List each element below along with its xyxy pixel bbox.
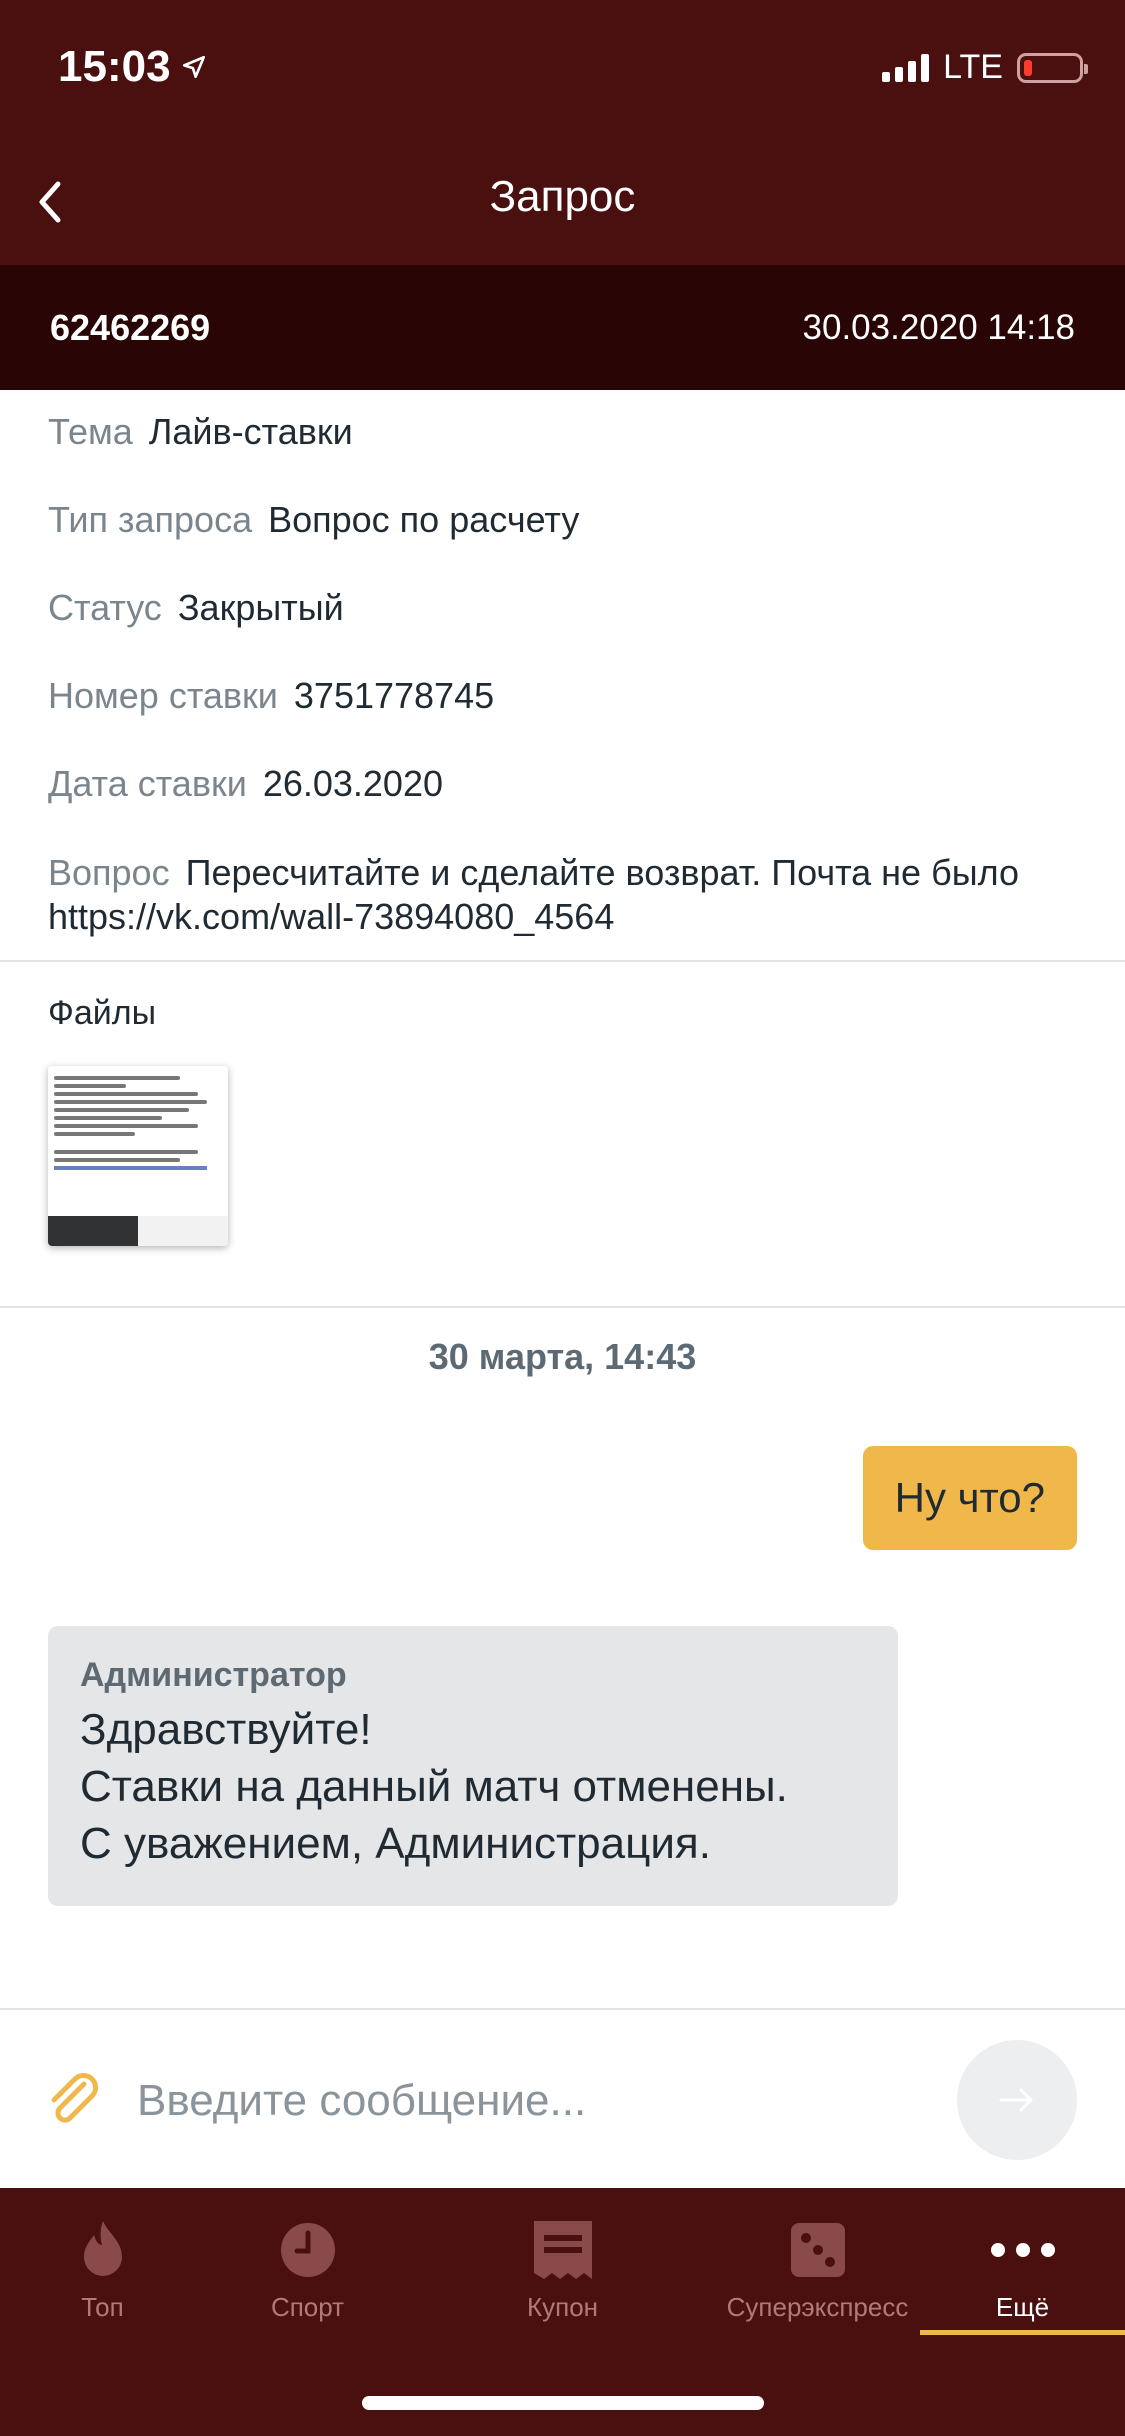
divider [0,1306,1125,1308]
active-tab-indicator [920,2330,1125,2335]
info-key: Тема [48,411,133,452]
status-time-text: 15:03 [58,42,171,91]
top-bar: 15:03 LTE Запрос [0,0,1125,265]
info-row-bet-number: Номер ставки 3751778745 [48,674,1077,718]
send-button[interactable] [957,2040,1077,2160]
paperclip-icon [51,2073,98,2123]
info-value: Лайв-ставки [148,411,353,452]
request-datetime: 30.03.2020 14:18 [802,307,1075,347]
info-row-status: Статус Закрытый [48,586,1077,630]
info-row-request-type: Тип запроса Вопрос по расчету [48,498,1077,542]
fire-icon [83,2221,122,2276]
info-key: Номер ставки [48,675,278,716]
request-id: 62462269 [50,306,211,348]
coupon-icon [533,2221,592,2279]
incoming-message: Администратор Здравствуйте! Ставки на да… [48,1626,898,1906]
outgoing-message: Ну что? [862,1446,1077,1550]
chat-date-separator: 30 марта, 14:43 [428,1336,697,1377]
tab-top[interactable]: Топ [0,2218,215,2323]
file-thumbnail[interactable] [48,1066,228,1246]
outgoing-message-text: Ну что? [894,1474,1045,1521]
info-value: 26.03.2020 [262,763,443,804]
tab-label: Ещё [995,2292,1050,2322]
info-row-topic: Тема Лайв-ставки [48,410,1077,454]
info-key: Статус [48,587,162,628]
home-indicator [362,2396,764,2410]
tab-sport[interactable]: Спорт [195,2218,420,2323]
location-arrow-icon [182,55,205,79]
info-key: Дата ставки [48,763,247,804]
tab-label: Суперэкспресс [726,2292,909,2322]
message-input[interactable] [135,2058,939,2144]
arrow-right-icon [999,2088,1033,2112]
battery-icon [1017,52,1088,83]
attach-button[interactable] [44,2070,104,2130]
request-header: 62462269 30.03.2020 14:18 [0,265,1125,390]
tab-label: Спорт [270,2292,345,2322]
info-value: Закрытый [177,587,344,628]
clock-icon [280,2223,335,2277]
files-title: Файлы [48,994,157,1032]
tab-coupon[interactable]: Купон [450,2218,675,2323]
status-indicators: LTE [882,48,1088,87]
incoming-message-text: Здравствуйте! Ставки на данный матч отме… [80,1705,788,1868]
status-time: 15:03 [58,42,207,92]
page-title: Запрос [489,172,636,221]
info-value: 3751778745 [293,675,495,716]
message-composer [0,2008,1125,2188]
more-icon [990,2243,1055,2257]
info-value: Пересчитайте и сделайте возврат. Почта н… [48,852,1020,937]
tab-more[interactable]: Ещё [910,2218,1125,2323]
info-value: Вопрос по расчету [268,499,580,540]
network-label: LTE [943,48,1003,86]
divider [0,960,1125,962]
tab-label: Купон [526,2292,599,2322]
info-key: Тип запроса [48,499,253,540]
info-row-question: Вопрос Пересчитайте и сделайте возврат. П… [48,851,1077,939]
signal-icon [882,53,930,82]
info-key: Вопрос [48,852,170,893]
tab-label: Топ [81,2292,124,2322]
message-author: Администратор [80,1656,347,1694]
info-row-bet-date: Дата ставки 26.03.2020 [48,762,1077,806]
tab-superexpress[interactable]: Суперэкспресс [705,2218,930,2323]
dice-icon [790,2223,845,2277]
